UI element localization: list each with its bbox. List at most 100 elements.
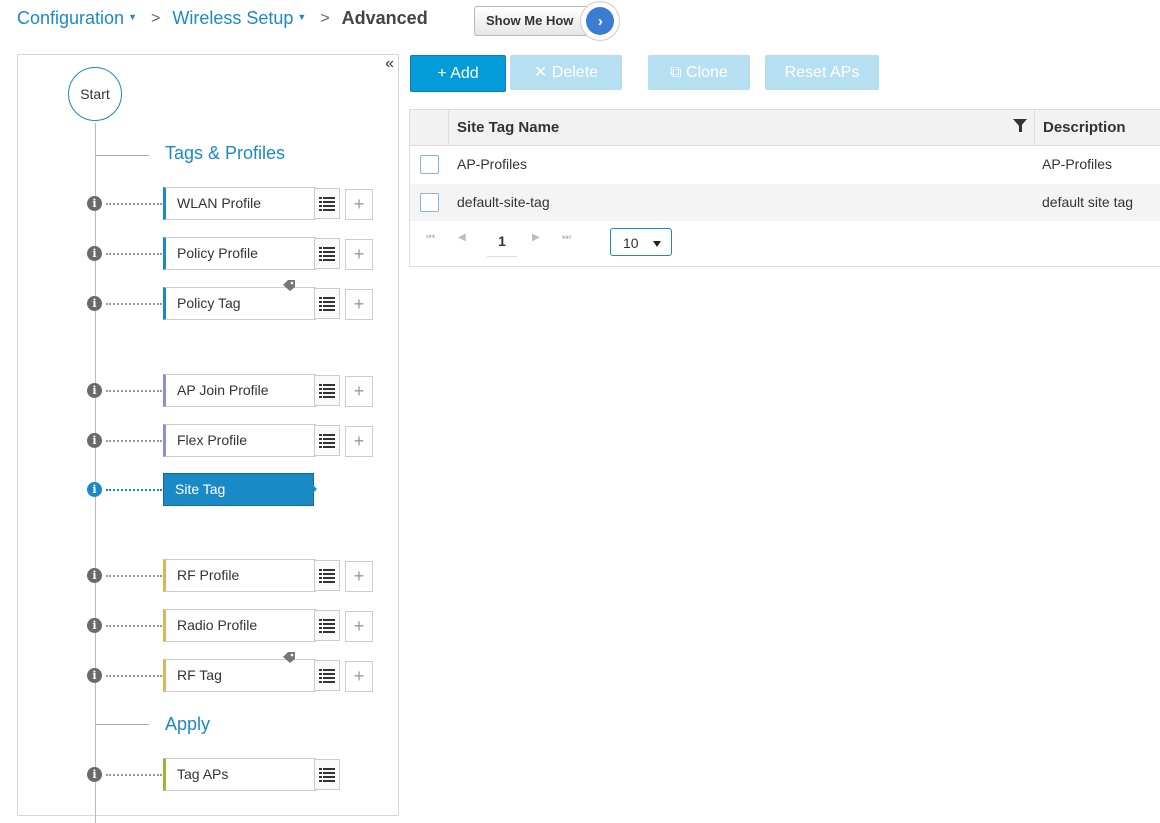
table-header: Site Tag Name Description	[410, 110, 1160, 146]
add-item-button[interactable]: +	[345, 189, 373, 220]
clone-button[interactable]: ⧉ Clone	[648, 55, 750, 90]
add-button[interactable]: + Add	[410, 55, 506, 92]
next-page-icon[interactable]: ▶	[532, 232, 540, 243]
section-apply: Apply	[165, 714, 211, 734]
column-divider	[1034, 110, 1035, 145]
breadcrumb-separator: >	[320, 9, 330, 27]
dotted-connector	[106, 390, 162, 392]
wlan-profile-button[interactable]: WLAN Profile	[163, 187, 316, 220]
list-view-button[interactable]	[314, 610, 340, 641]
list-icon	[319, 618, 335, 633]
list-view-button[interactable]	[314, 560, 340, 591]
active-pointer-icon	[308, 480, 317, 498]
info-icon[interactable]: i	[87, 568, 102, 583]
info-icon[interactable]: i	[87, 482, 102, 497]
workflow-item-site-tag: i Site Tag	[18, 473, 398, 507]
add-item-button[interactable]: +	[345, 289, 373, 320]
row-checkbox[interactable]	[420, 193, 439, 212]
row-checkbox[interactable]	[420, 155, 439, 174]
list-icon	[319, 668, 335, 683]
chevron-down-icon[interactable]: ▼	[128, 12, 137, 22]
delete-button[interactable]: ✕ Delete	[510, 55, 622, 90]
dotted-connector	[106, 253, 162, 255]
row-description: AP-Profiles	[1042, 156, 1113, 172]
workflow-item-tag-aps: i Tag APs	[18, 758, 398, 792]
info-icon[interactable]: i	[87, 296, 102, 311]
collapse-icon[interactable]: «	[385, 55, 394, 73]
tag-aps-button[interactable]: Tag APs	[163, 758, 316, 791]
filter-icon[interactable]	[1019, 124, 1022, 132]
info-icon[interactable]: i	[87, 433, 102, 448]
row-description: default site tag	[1042, 194, 1134, 210]
row-name[interactable]: AP-Profiles	[457, 156, 527, 172]
reset-aps-button[interactable]: Reset APs	[765, 55, 879, 90]
workflow-item-rf-tag: i RF Tag +	[18, 652, 398, 693]
breadcrumb-wireless-setup[interactable]: Wireless Setup	[172, 8, 293, 29]
chevron-down-icon	[653, 241, 661, 247]
chevron-right-icon: ›	[586, 7, 615, 35]
breadcrumb-configuration[interactable]: Configuration	[17, 8, 124, 29]
info-icon[interactable]: i	[87, 767, 102, 782]
page-number[interactable]: 1	[487, 226, 517, 257]
tag-icon	[283, 652, 295, 663]
info-icon[interactable]: i	[87, 618, 102, 633]
policy-tag-button[interactable]: Policy Tag	[163, 287, 316, 320]
last-page-icon[interactable]: ⏭	[562, 232, 571, 243]
workflow-panel: « Start Tags & Profiles i WLAN Profile +…	[17, 54, 399, 823]
chevron-down-icon[interactable]: ▼	[297, 12, 306, 22]
flex-profile-button[interactable]: Flex Profile	[163, 424, 316, 457]
show-me-how[interactable]: Show Me How ›	[474, 1, 644, 41]
radio-profile-button[interactable]: Radio Profile	[163, 609, 316, 642]
ap-join-profile-button[interactable]: AP Join Profile	[163, 374, 316, 407]
column-site-tag-name[interactable]: Site Tag Name	[457, 119, 559, 136]
info-icon[interactable]: i	[87, 246, 102, 261]
add-item-button[interactable]: +	[345, 661, 373, 692]
show-me-how-arrow[interactable]: ›	[580, 1, 621, 41]
column-description[interactable]: Description	[1043, 119, 1126, 136]
list-view-button[interactable]	[314, 759, 340, 790]
list-icon	[319, 767, 335, 782]
first-page-icon[interactable]: ⏮	[426, 232, 435, 243]
list-view-button[interactable]	[314, 238, 340, 269]
rf-profile-button[interactable]: RF Profile	[163, 559, 316, 592]
dotted-connector	[106, 625, 162, 627]
dotted-connector	[106, 575, 162, 577]
dotted-connector	[106, 774, 162, 776]
list-icon	[319, 433, 335, 448]
list-icon	[319, 383, 335, 398]
section-connector	[95, 155, 149, 156]
dotted-connector	[106, 675, 162, 677]
list-icon	[319, 196, 335, 211]
workflow-item-rf-profile: i RF Profile +	[18, 559, 398, 593]
page-size-select[interactable]: 10	[610, 228, 672, 256]
tag-icon	[283, 280, 295, 291]
table-row[interactable]: default-site-tag default site tag	[410, 184, 1160, 221]
info-icon[interactable]: i	[87, 196, 102, 211]
dotted-connector	[106, 203, 162, 205]
workflow-item-policy-profile: i Policy Profile +	[18, 237, 398, 271]
list-view-button[interactable]	[314, 375, 340, 406]
section-tags-profiles: Tags & Profiles	[165, 143, 286, 163]
info-icon[interactable]: i	[87, 668, 102, 683]
rf-tag-button[interactable]: RF Tag	[163, 659, 316, 692]
list-view-button[interactable]	[314, 188, 340, 219]
add-item-button[interactable]: +	[345, 611, 373, 642]
list-view-button[interactable]	[314, 288, 340, 319]
site-tag-button[interactable]: Site Tag	[163, 473, 314, 506]
add-item-button[interactable]: +	[345, 239, 373, 270]
add-item-button[interactable]: +	[345, 561, 373, 592]
dotted-connector	[106, 489, 162, 491]
policy-profile-button[interactable]: Policy Profile	[163, 237, 316, 270]
breadcrumb: Configuration ▼ > Wireless Setup ▼ > Adv…	[17, 8, 428, 29]
list-icon	[319, 568, 335, 583]
prev-page-icon[interactable]: ◀	[458, 232, 466, 243]
dotted-connector	[106, 303, 162, 305]
add-item-button[interactable]: +	[345, 426, 373, 457]
list-view-button[interactable]	[314, 425, 340, 456]
row-name[interactable]: default-site-tag	[457, 194, 550, 210]
list-icon	[319, 296, 335, 311]
add-item-button[interactable]: +	[345, 376, 373, 407]
info-icon[interactable]: i	[87, 383, 102, 398]
table-row[interactable]: AP-Profiles AP-Profiles	[410, 146, 1160, 183]
list-view-button[interactable]	[314, 660, 340, 691]
